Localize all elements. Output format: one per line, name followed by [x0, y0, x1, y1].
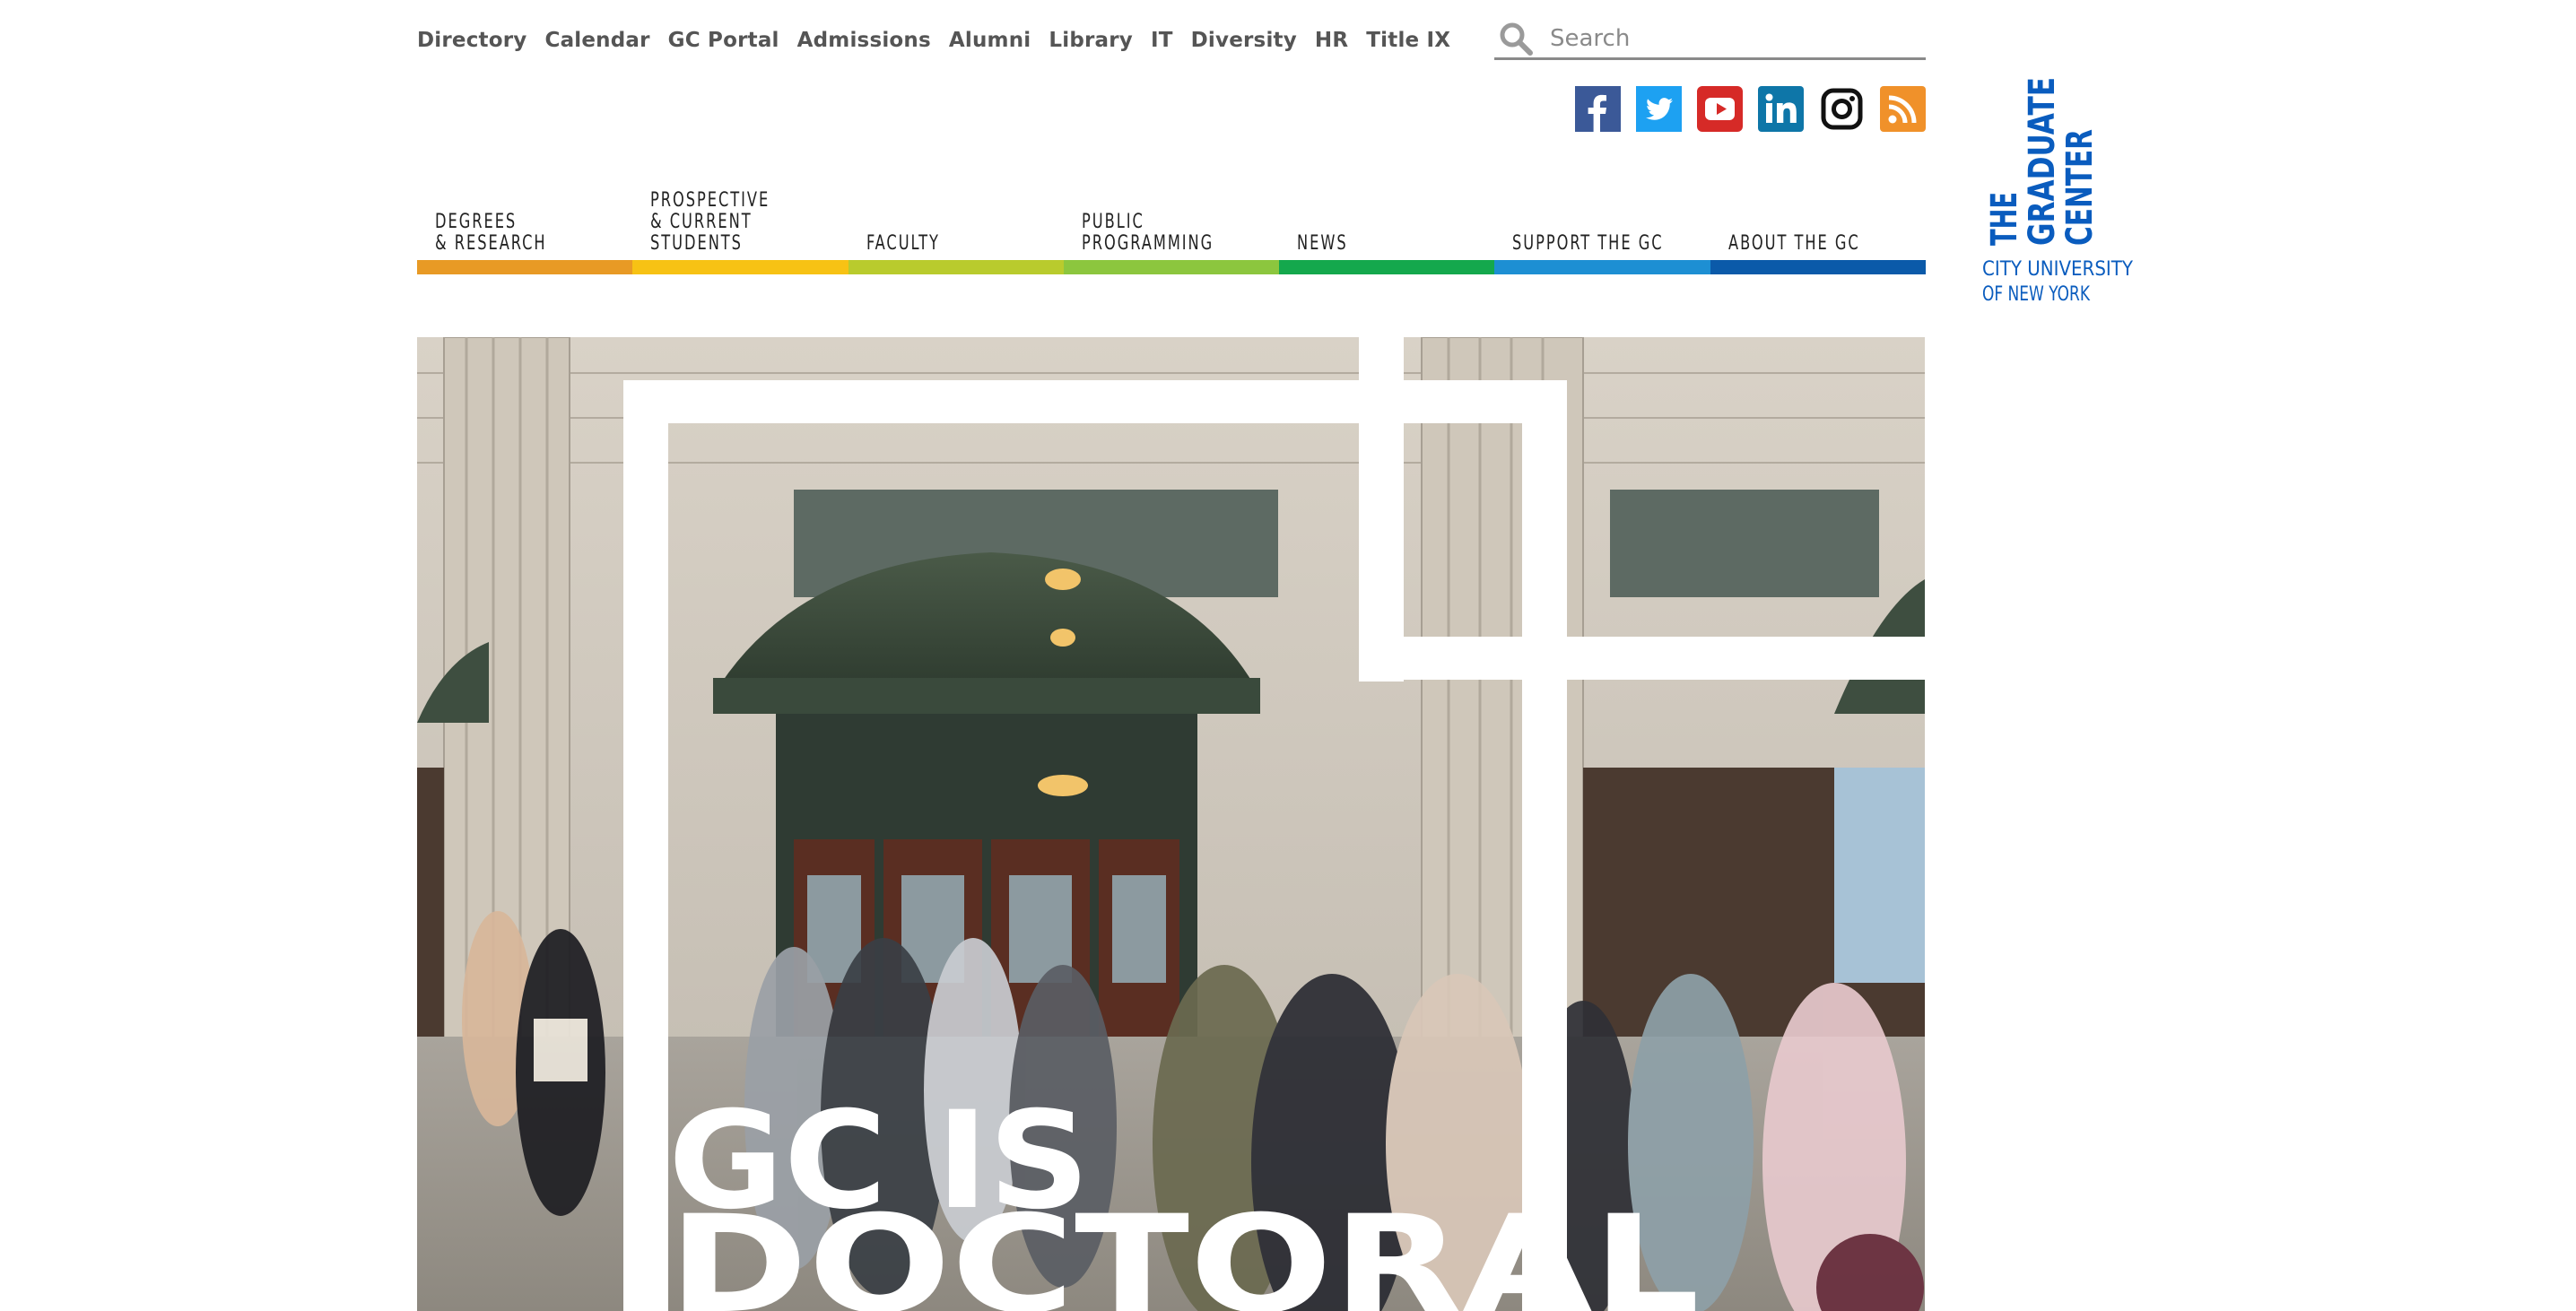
nav-color-bar	[1063, 260, 1280, 274]
twitter-icon[interactable]	[1636, 86, 1682, 132]
nav-label: SUPPORT THE GC	[1512, 232, 1664, 255]
nav-label: DEGREES & RESEARCH	[435, 211, 547, 255]
hero-headline-line2: DOCTORAL	[668, 1187, 1700, 1311]
instagram-icon[interactable]	[1819, 86, 1865, 132]
page: Directory Calendar GC Portal Admissions …	[0, 0, 2576, 1311]
nav-item-about[interactable]: ABOUT THE GC	[1710, 176, 1926, 274]
nav-label: ABOUT THE GC	[1727, 232, 1860, 255]
hero-image: GC IS DOCTORAL	[417, 337, 1925, 1311]
nav-color-bar	[1494, 260, 1710, 274]
nav-color-bar	[848, 260, 1064, 274]
nav-label: FACULTY	[866, 232, 940, 255]
logo-line-the: THE	[1984, 192, 2025, 246]
utility-link-directory[interactable]: Directory	[417, 25, 527, 56]
graduate-center-logo[interactable]: THE GRADUATE CENTER CITY UNIVERSITY OF N…	[1980, 38, 2133, 307]
nav-label: PUBLIC PROGRAMMING	[1081, 211, 1214, 255]
hero-banner[interactable]: GC IS DOCTORAL	[417, 337, 1925, 1311]
search-input[interactable]	[1548, 24, 1910, 53]
linkedin-icon[interactable]	[1758, 86, 1804, 132]
nav-color-bar	[1279, 260, 1495, 274]
nav-color-bar	[417, 260, 633, 274]
nav-item-faculty[interactable]: FACULTY	[848, 176, 1064, 274]
utility-link-title-ix[interactable]: Title IX	[1366, 25, 1450, 56]
search-icon[interactable]	[1498, 21, 1534, 56]
logo-line-center: CENTER	[2059, 129, 2101, 246]
nav-color-bar	[632, 260, 849, 274]
utility-link-hr[interactable]: HR	[1315, 25, 1348, 56]
nav-item-degrees-research[interactable]: DEGREES & RESEARCH	[417, 176, 633, 274]
utility-link-diversity[interactable]: Diversity	[1191, 25, 1297, 56]
utility-nav: Directory Calendar GC Portal Admissions …	[417, 25, 1468, 56]
nav-item-public-programming[interactable]: PUBLIC PROGRAMMING	[1063, 176, 1280, 274]
facebook-icon[interactable]	[1575, 86, 1621, 132]
logo-line-cuny-2: OF NEW YORK	[1982, 283, 2090, 306]
search-box	[1494, 20, 1926, 60]
utility-link-library[interactable]: Library	[1049, 25, 1133, 56]
nav-label: NEWS	[1297, 232, 1348, 255]
social-links	[1575, 86, 1926, 132]
utility-link-calendar[interactable]: Calendar	[544, 25, 649, 56]
nav-label: PROSPECTIVE & CURRENT STUDENTS	[650, 189, 770, 255]
nav-item-students[interactable]: PROSPECTIVE & CURRENT STUDENTS	[632, 176, 849, 274]
nav-color-bar	[1710, 260, 1926, 274]
rss-icon[interactable]	[1880, 86, 1926, 132]
nav-item-support[interactable]: SUPPORT THE GC	[1494, 176, 1710, 274]
nav-item-news[interactable]: NEWS	[1279, 176, 1495, 274]
youtube-icon[interactable]	[1697, 86, 1743, 132]
utility-link-alumni[interactable]: Alumni	[949, 25, 1031, 56]
logo-line-graduate: GRADUATE	[2022, 77, 2063, 246]
utility-link-admissions[interactable]: Admissions	[797, 25, 931, 56]
utility-link-it[interactable]: IT	[1151, 25, 1173, 56]
utility-link-gc-portal[interactable]: GC Portal	[668, 25, 779, 56]
main-nav: DEGREES & RESEARCH PROSPECTIVE & CURRENT…	[417, 176, 1926, 274]
logo-line-cuny-1: CITY UNIVERSITY	[1982, 258, 2133, 281]
